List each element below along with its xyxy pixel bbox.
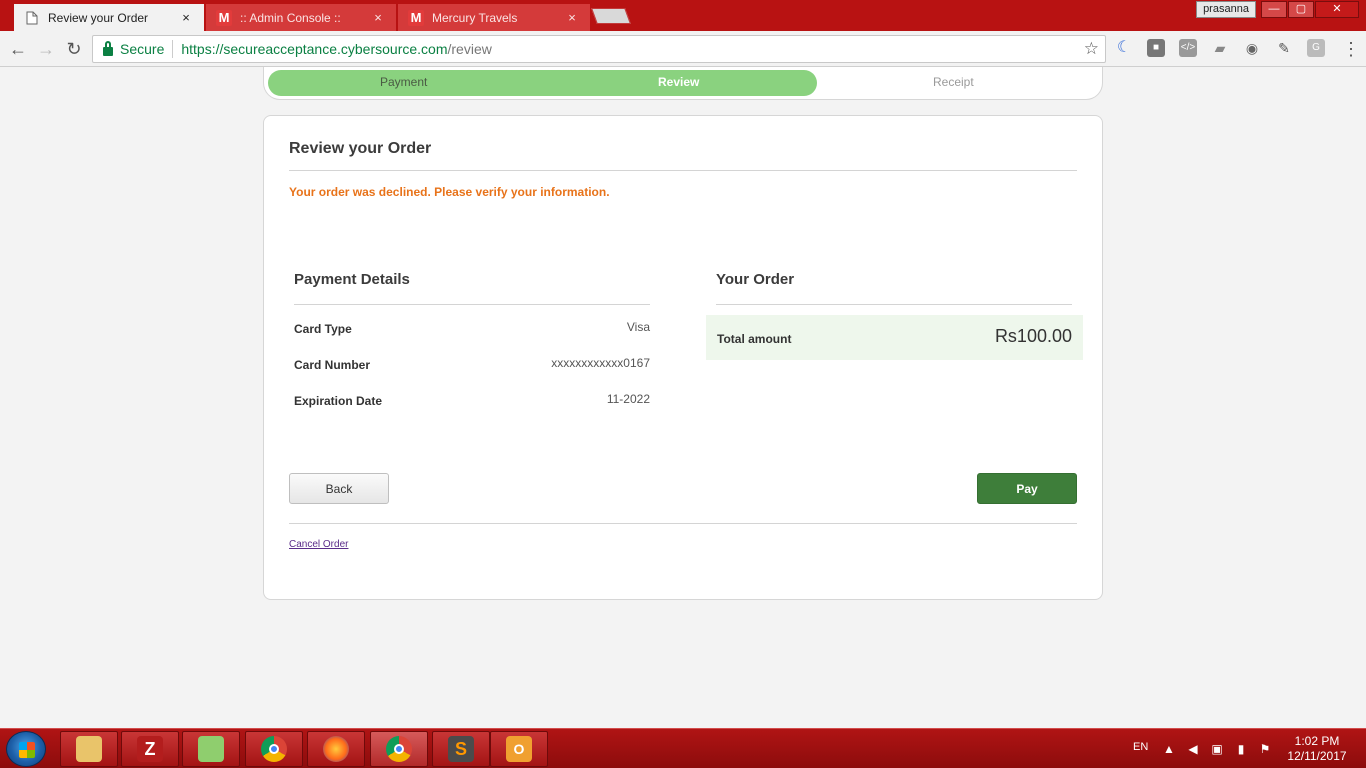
taskbar-file-explorer[interactable] [60, 731, 118, 767]
payment-details-heading: Payment Details [294, 271, 410, 288]
code-icon[interactable]: </> [1179, 39, 1197, 57]
your-order-heading: Your Order [716, 271, 795, 288]
back-arrow-icon[interactable]: ← [6, 37, 30, 61]
step-review: Review [658, 75, 700, 89]
action-center-flag-icon[interactable]: ⚑ [1258, 742, 1272, 756]
taskbar-notepad-plus[interactable] [182, 731, 240, 767]
tab-close-icon[interactable]: × [178, 10, 194, 25]
language-indicator[interactable]: EN [1133, 741, 1148, 753]
firefox-icon [323, 736, 349, 762]
tab-close-icon[interactable]: × [564, 10, 580, 25]
gmail-icon: M [408, 9, 424, 26]
sublime-text-icon: S [448, 736, 474, 762]
page-title: Review your Order [289, 140, 432, 157]
taskbar-firefox[interactable] [307, 731, 365, 767]
notepad-plus-icon [198, 736, 224, 762]
show-hidden-icons-icon[interactable]: ▲ [1162, 742, 1176, 756]
step-receipt: Receipt [933, 75, 974, 89]
cancel-order-link[interactable]: Cancel Order [289, 539, 348, 550]
network-signal-icon[interactable]: ▮ [1234, 742, 1248, 756]
menu-dots-icon[interactable]: ⋮ [1342, 38, 1360, 60]
declined-error-message: Your order was declined. Please verify y… [289, 185, 610, 199]
step-payment: Payment [380, 75, 428, 89]
url-host: https://secureacceptance.cybersource.com [181, 41, 448, 57]
profile-user-badge[interactable]: prasanna [1196, 1, 1256, 18]
taskbar-chrome[interactable] [245, 731, 303, 767]
your-order-divider [716, 304, 1072, 305]
chrome-icon [261, 736, 287, 762]
square-icon[interactable]: ■ [1147, 39, 1165, 57]
expiration-date-label: Expiration Date [294, 394, 383, 408]
card-type-label: Card Type [294, 322, 352, 336]
folder-icon [76, 736, 102, 762]
page-icon [24, 10, 40, 26]
forward-arrow-icon[interactable]: → [34, 37, 58, 61]
g-extension-icon[interactable]: G [1307, 39, 1325, 57]
lock-icon [103, 41, 113, 56]
filezilla-icon: Z [137, 736, 163, 762]
bookmark-star-icon[interactable]: ☆ [1084, 39, 1099, 59]
browser-toolbar: ← → ↻ Secure https://secureacceptance.cy… [0, 31, 1366, 67]
card-number-value: xxxxxxxxxxxx0167 [551, 356, 650, 370]
ticket-icon[interactable]: ▰ [1211, 39, 1229, 57]
total-amount-box: Total amount Rs100.00 [706, 315, 1083, 360]
tab-title: Review your Order [48, 10, 149, 25]
volume-icon[interactable]: ◀ [1186, 742, 1200, 756]
total-amount-label: Total amount [717, 332, 792, 346]
system-clock[interactable]: 1:02 PM 12/11/2017 [1282, 734, 1352, 764]
taskbar-sublime-text[interactable]: S [432, 731, 490, 767]
reload-icon[interactable]: ↻ [62, 37, 86, 61]
omnibox-divider [172, 40, 174, 58]
device-icon[interactable]: ▣ [1210, 742, 1224, 756]
close-window-button[interactable]: ✕ [1315, 1, 1359, 18]
total-amount-value: Rs100.00 [994, 326, 1072, 346]
windows-start-button[interactable] [6, 731, 46, 767]
card-type-value: Visa [626, 320, 650, 334]
gmail-icon: M [216, 9, 232, 26]
page-content: Payment Review Receipt Review your Order… [0, 67, 1366, 728]
taskbar-outlook[interactable]: O [490, 731, 548, 767]
address-bar[interactable]: Secure https://secureacceptance.cybersou… [92, 35, 1106, 63]
tab-mercury-travels[interactable]: M Mercury Travels × [398, 4, 590, 31]
title-divider [289, 170, 1077, 171]
camera-icon[interactable]: ◉ [1243, 39, 1261, 57]
tab-close-icon[interactable]: × [370, 10, 386, 25]
secure-label: Secure [120, 41, 165, 57]
review-card: Review your Order Your order was decline… [263, 115, 1103, 600]
url-path: /review [447, 41, 492, 57]
chrome-icon [386, 736, 412, 762]
tab-title: Mercury Travels [432, 10, 518, 25]
progress-fill [268, 70, 817, 96]
clock-time: 1:02 PM [1294, 734, 1340, 748]
footer-divider [289, 523, 1077, 524]
taskbar-chrome-active[interactable] [370, 731, 428, 767]
new-tab-button[interactable] [591, 8, 631, 24]
dropper-icon[interactable]: ✎ [1275, 39, 1293, 57]
payment-details-divider [294, 304, 650, 305]
card-number-label: Card Number [294, 358, 371, 372]
windows-taskbar: Z S O EN ▲ ◀ ▣ ▮ ⚑ 1:02 PM 12/11/2017 [0, 728, 1366, 768]
crescent-icon[interactable]: ☾ [1115, 39, 1133, 57]
tab-admin-console[interactable]: M :: Admin Console :: × [206, 4, 396, 31]
tab-title: :: Admin Console :: [240, 10, 341, 25]
outlook-icon: O [506, 736, 532, 762]
pay-button[interactable]: Pay [977, 473, 1077, 504]
back-button[interactable]: Back [289, 473, 389, 504]
maximize-button[interactable]: ▢ [1288, 1, 1314, 18]
clock-date: 12/11/2017 [1287, 749, 1347, 763]
expiration-date-value: 11-2022 [606, 392, 650, 406]
minimize-button[interactable]: — [1261, 1, 1287, 18]
checkout-progress-bar: Payment Review Receipt [263, 67, 1103, 100]
taskbar-filezilla[interactable]: Z [121, 731, 179, 767]
tab-review-your-order[interactable]: Review your Order × [14, 4, 204, 31]
browser-tab-bar: Review your Order × M :: Admin Console :… [0, 0, 1366, 31]
